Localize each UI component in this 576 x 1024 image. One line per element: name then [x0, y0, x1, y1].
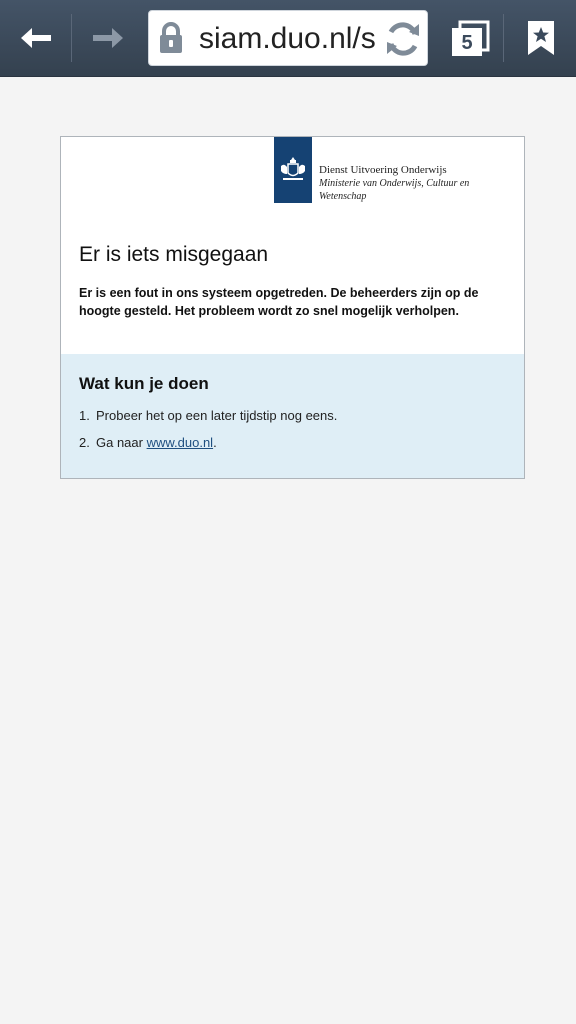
help-panel: Wat kun je doen 1. Probeer het op een lat…: [61, 354, 524, 478]
logo-emblem: [274, 137, 312, 203]
forward-button[interactable]: [72, 0, 144, 76]
logo-line-2: Ministerie van Onderwijs, Cultuur en: [319, 178, 470, 189]
list-item: 1. Probeer het op een later tijdstip nog …: [79, 407, 337, 425]
reload-button[interactable]: [377, 11, 427, 65]
url-text[interactable]: siam.duo.nl/s: [199, 21, 379, 57]
back-button[interactable]: [0, 0, 72, 76]
duo-logo: Dienst Uitvoering Onderwijs Ministerie v…: [274, 137, 514, 203]
forward-arrow-icon: [93, 28, 123, 48]
logo-line-1: Dienst Uitvoering Onderwijs: [319, 164, 447, 176]
browser-toolbar: siam.duo.nl/s 5: [0, 0, 576, 77]
list-item-suffix: .: [213, 435, 217, 450]
error-message: Er is een fout in ons systeem opgetreden…: [79, 286, 479, 318]
bookmark-button[interactable]: [506, 0, 576, 76]
list-item-number: 1.: [79, 408, 90, 423]
error-card: Dienst Uitvoering Onderwijs Ministerie v…: [60, 136, 525, 479]
list-item-text: Probeer het op een later tijdstip nog ee…: [96, 408, 338, 423]
tabs-icon: 5: [448, 16, 492, 60]
address-bar[interactable]: siam.duo.nl/s: [148, 10, 428, 66]
lock-icon: [160, 22, 182, 53]
list-item-number: 2.: [79, 435, 90, 450]
reload-icon: [387, 22, 419, 56]
back-arrow-icon: [21, 28, 51, 48]
tabs-button[interactable]: 5: [436, 0, 504, 76]
error-title: Er is iets misgegaan: [79, 243, 269, 266]
logo-line-3: Wetenschap: [319, 191, 367, 202]
logo-text: Dienst Uitvoering Onderwijs Ministerie v…: [319, 164, 519, 203]
tab-count: 5: [461, 32, 473, 54]
duo-website-link[interactable]: www.duo.nl: [147, 435, 213, 450]
list-item-prefix: Ga naar: [96, 435, 147, 450]
help-title: Wat kun je doen: [79, 374, 209, 393]
list-item: 2. Ga naar www.duo.nl.: [79, 434, 337, 452]
help-list: 1. Probeer het op een later tijdstip nog …: [79, 407, 337, 461]
coat-of-arms-icon: [281, 157, 305, 180]
bookmark-icon: [528, 21, 554, 55]
